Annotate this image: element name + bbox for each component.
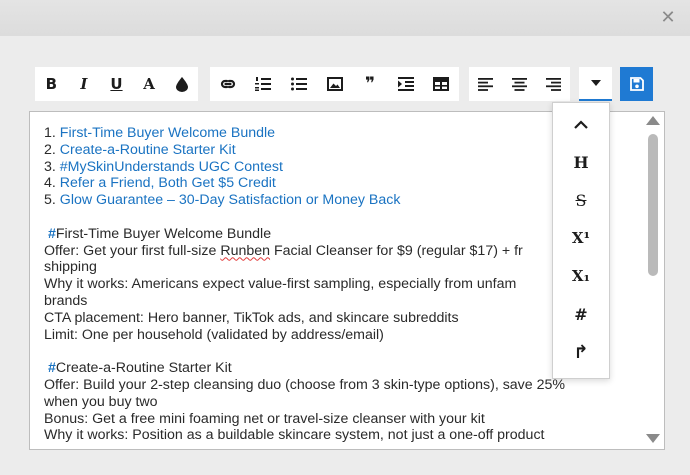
anchor-link[interactable]: Refer a Friend, Both Get $5 Credit xyxy=(60,175,276,191)
chevron-up-icon xyxy=(574,119,588,129)
save-button[interactable] xyxy=(620,67,653,101)
paragraph-line: Why it works: Position as a buildable sk… xyxy=(44,427,545,444)
close-icon[interactable]: ✕ xyxy=(658,8,678,28)
italic-button[interactable]: I xyxy=(68,67,101,101)
paragraph-line: when you buy two xyxy=(44,393,158,410)
paragraph-line: Bonus: Get a free mini foaming net or tr… xyxy=(44,410,485,427)
indent-icon xyxy=(397,77,414,91)
hashtag-button[interactable]: # xyxy=(553,295,609,333)
list-item: 5. Glow Guarantee – 30-Day Satisfaction … xyxy=(44,192,624,209)
indent-button[interactable] xyxy=(388,67,423,101)
ordered-list-icon xyxy=(255,77,271,91)
redo-button[interactable]: ↱ xyxy=(553,333,609,371)
hashtag-marker: # xyxy=(47,225,56,242)
editor-content: 1. First-Time Buyer Welcome Bundle 2. Cr… xyxy=(44,125,624,444)
underline-button[interactable]: U xyxy=(100,67,133,101)
highlight-button[interactable] xyxy=(165,67,198,101)
bullet-list-icon xyxy=(291,77,307,91)
table-icon xyxy=(433,77,449,91)
scroll-thumb[interactable] xyxy=(648,134,658,276)
toolbar-align-group xyxy=(469,67,570,101)
align-left-icon xyxy=(478,77,493,91)
list-number: 3. xyxy=(44,158,56,175)
list-number: 5. xyxy=(44,192,56,209)
scroll-up-arrow[interactable] xyxy=(646,116,660,125)
heading-button[interactable]: H xyxy=(553,143,609,181)
anchor-link[interactable]: #MySkinUnderstands UGC Contest xyxy=(60,159,283,175)
hashtag-marker: # xyxy=(47,360,56,377)
section-heading: #Create-a-Routine Starter Kit xyxy=(44,360,624,377)
dialog-header: ✕ xyxy=(0,0,690,36)
toolbar-format-group: B I U A xyxy=(35,67,198,101)
list-item: 2. Create-a-Routine Starter Kit xyxy=(44,142,624,159)
paragraph-line: Offer: Build your 2-step cleansing duo (… xyxy=(44,376,566,393)
ink-drop-icon xyxy=(175,77,188,92)
list-item: 3. #MySkinUnderstands UGC Contest xyxy=(44,159,624,176)
caret-down-icon xyxy=(590,80,601,86)
paragraph-line: Offer: Get your first full-size Runben F… xyxy=(44,242,523,259)
align-right-icon xyxy=(545,77,561,91)
list-item: 1. First-Time Buyer Welcome Bundle xyxy=(44,125,624,142)
ordered-list-button[interactable] xyxy=(245,67,281,101)
list-item: 4. Refer a Friend, Both Get $5 Credit xyxy=(44,175,624,192)
section-heading: #First-Time Buyer Welcome Bundle xyxy=(44,226,624,243)
list-number: 1. xyxy=(44,125,56,141)
list-number: 4. xyxy=(44,175,56,192)
paragraph-line: Limit: One per household (validated by a… xyxy=(44,326,384,343)
section-title: First-Time Buyer Welcome Bundle xyxy=(55,225,272,242)
paragraph-line: Why it works: Americans expect value-fir… xyxy=(44,276,517,293)
align-center-icon xyxy=(511,77,527,91)
quote-button[interactable]: ❞ xyxy=(352,67,388,101)
floppy-disk-icon xyxy=(629,77,644,91)
align-center-button[interactable] xyxy=(502,67,536,101)
table-button[interactable] xyxy=(423,67,459,101)
anchor-link[interactable]: Glow Guarantee – 30-Day Satisfaction or … xyxy=(60,192,401,208)
spellcheck-word[interactable]: Runben xyxy=(220,243,270,259)
superscript-button[interactable]: X¹ xyxy=(553,219,609,257)
paragraph-line: brands xyxy=(44,292,88,309)
collapse-menu-button[interactable] xyxy=(553,105,609,143)
link-button[interactable] xyxy=(210,67,245,101)
strikethrough-button[interactable]: S xyxy=(553,181,609,219)
anchor-link[interactable]: Create-a-Routine Starter Kit xyxy=(60,142,236,158)
subscript-button[interactable]: X₁ xyxy=(553,257,609,295)
image-button[interactable] xyxy=(317,67,352,101)
dialog-footer xyxy=(0,455,690,475)
list-number: 2. xyxy=(44,141,56,158)
more-options-menu: H S X¹ X₁ # ↱ xyxy=(552,102,610,379)
align-left-button[interactable] xyxy=(469,67,502,101)
section-title: Create-a-Routine Starter Kit xyxy=(55,360,232,377)
paragraph-line: CTA placement: Hero banner, TikTok ads, … xyxy=(44,309,459,326)
anchor-link[interactable]: First-Time Buyer Welcome Bundle xyxy=(60,125,275,141)
vertical-scrollbar[interactable] xyxy=(643,112,663,449)
toolbar-insert-group: ❞ xyxy=(210,67,459,101)
image-icon xyxy=(326,77,343,91)
link-icon xyxy=(220,79,235,89)
more-options-button[interactable] xyxy=(579,67,612,101)
bullet-list-button[interactable] xyxy=(281,67,317,101)
bold-button[interactable]: B xyxy=(35,67,68,101)
scroll-down-arrow[interactable] xyxy=(646,434,660,443)
paragraph-line: shipping xyxy=(44,259,97,276)
font-color-button[interactable]: A xyxy=(133,67,166,101)
align-right-button[interactable] xyxy=(536,67,570,101)
